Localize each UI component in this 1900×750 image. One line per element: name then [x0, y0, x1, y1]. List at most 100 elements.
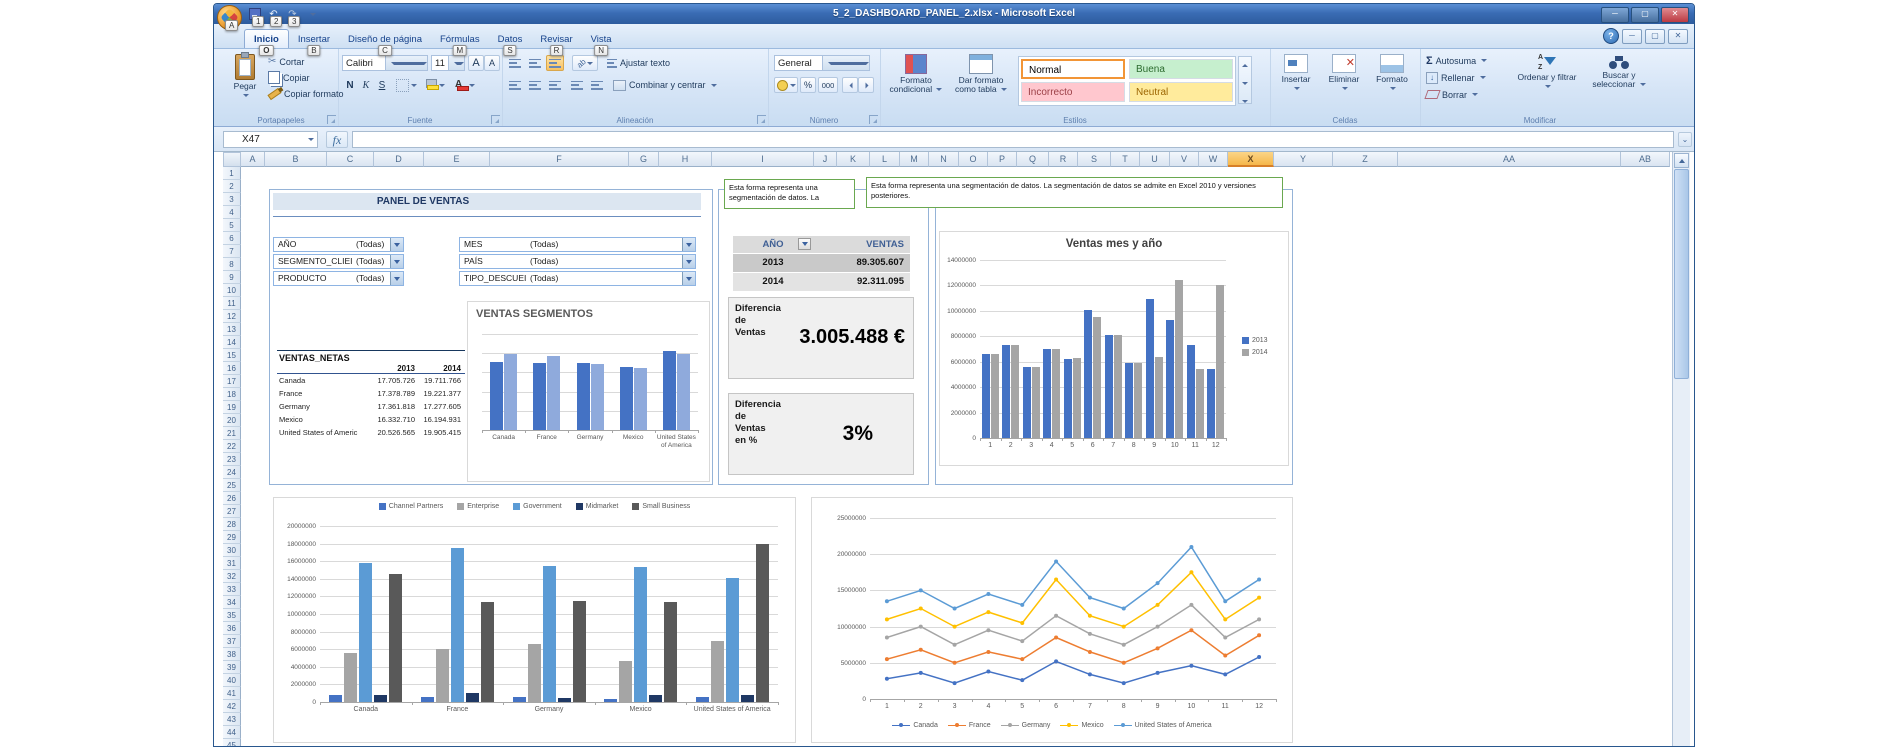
- bar-2014: [991, 354, 999, 438]
- filter-país[interactable]: PAÍS (Todas): [459, 254, 696, 269]
- filter-producto[interactable]: PRODUCTO(Todas): [273, 271, 404, 286]
- tab-keytip: C: [378, 45, 392, 56]
- x-axis-line: [320, 702, 778, 703]
- x-category-label: 5: [1062, 442, 1083, 450]
- netas-2014: 19.711.766: [415, 376, 463, 385]
- bar-2014: [1032, 367, 1040, 438]
- filter-segmento_cliei[interactable]: SEGMENTO_CLIEI(Todas): [273, 254, 404, 269]
- legend-swatch: [576, 503, 583, 510]
- bar-2014: [1073, 358, 1081, 438]
- diff-percent-value: 3%: [843, 422, 873, 446]
- x-tick: [595, 702, 596, 705]
- bar-2013: [982, 354, 990, 438]
- bar-2013: [1146, 299, 1154, 438]
- marker: [1223, 635, 1227, 639]
- pivot-filter-button[interactable]: [798, 238, 811, 250]
- x-tick: [1021, 438, 1022, 441]
- filter-label: SEGMENTO_CLIEI: [278, 256, 352, 266]
- bar-enterprise: [344, 653, 357, 702]
- marker: [1156, 646, 1160, 650]
- bar-2013: [490, 362, 503, 430]
- x-tick: [1083, 438, 1084, 441]
- chevron-down-icon: [310, 13, 316, 16]
- pivot-row: 201492.311.095: [733, 273, 910, 292]
- filter-dropdown-button[interactable]: [390, 255, 403, 268]
- marker: [986, 610, 990, 614]
- filter-label: PAÍS: [464, 256, 483, 266]
- bar-small-business: [389, 574, 402, 702]
- y-tick-label: 18000000: [274, 541, 316, 548]
- x-tick: [1124, 438, 1125, 441]
- filter-dropdown-button[interactable]: [682, 238, 695, 251]
- chart-lineas-pais: 2500000020000000150000001000000050000000…: [811, 497, 1293, 743]
- legend-line-marker: [1060, 725, 1078, 727]
- bar-2014: [1175, 280, 1183, 438]
- marker: [885, 677, 889, 681]
- bar-small-business: [481, 602, 494, 702]
- netas-header-2014: 2014: [415, 364, 463, 373]
- chevron-down-icon: [686, 243, 692, 247]
- qat-more-button[interactable]: [304, 7, 319, 21]
- marker: [1122, 681, 1126, 685]
- pivot-ventas: 92.311.095: [813, 273, 910, 291]
- diff-ventas-box: DiferenciadeVentas 3.005.488 €: [728, 297, 914, 379]
- marker: [919, 607, 923, 611]
- x-tick: [1062, 438, 1063, 441]
- gridline: [980, 311, 1226, 312]
- x-tick: [1042, 438, 1043, 441]
- gridline: [980, 285, 1226, 286]
- bar-2013: [1084, 310, 1092, 438]
- filter-dropdown-button[interactable]: [682, 255, 695, 268]
- bar-2013: [1207, 369, 1215, 438]
- filter-año[interactable]: AÑO(Todas): [273, 237, 404, 252]
- filter-tipo_descuei[interactable]: TIPO_DESCUEI(Todas): [459, 271, 696, 286]
- diff-percent-box: DiferenciadeVentasen % 3%: [728, 393, 914, 475]
- bar-channel-partners: [329, 695, 342, 702]
- x-tick: [1206, 438, 1207, 441]
- legend-swatch: [1242, 349, 1249, 356]
- x-category-label: Mexico: [595, 706, 687, 714]
- x-category-label: 10: [1165, 442, 1186, 450]
- x-tick: [698, 430, 699, 433]
- marker: [1054, 635, 1058, 639]
- netas-2013: 20.526.565: [365, 428, 415, 437]
- legend-swatch: [457, 503, 464, 510]
- bar-government: [634, 567, 647, 702]
- pivot-col-ano-label: AÑO: [762, 239, 783, 250]
- filter-value: (Todas): [530, 256, 558, 266]
- marker: [986, 669, 990, 673]
- netas-row: France17.378.78919.221.377: [277, 387, 465, 400]
- filter-dropdown-button[interactable]: [390, 238, 403, 251]
- netas-row: Germany17.361.81817.277.605: [277, 400, 465, 413]
- shape-note-1: Esta forma representa una segmentación d…: [724, 179, 855, 209]
- bar-2014: [547, 356, 560, 430]
- gridline: [980, 336, 1226, 337]
- qat-keytip-1: 1: [252, 16, 264, 27]
- legend-label: United States of America: [1135, 722, 1212, 729]
- legend-label: Government: [523, 503, 562, 510]
- legend-label: 2014: [1252, 349, 1268, 356]
- gridline: [980, 260, 1226, 261]
- bar-2013: [1105, 335, 1113, 438]
- bar-2014: [1216, 285, 1224, 438]
- filter-dropdown-button[interactable]: [390, 272, 403, 285]
- filter-label: PRODUCTO: [278, 273, 327, 283]
- marker: [1257, 655, 1261, 659]
- filter-mes[interactable]: MES(Todas): [459, 237, 696, 252]
- x-category-label: 6: [1083, 442, 1104, 450]
- marker: [1156, 671, 1160, 675]
- marker: [1020, 621, 1024, 625]
- line-united-states-of-america: [887, 547, 1259, 609]
- filter-dropdown-button[interactable]: [682, 272, 695, 285]
- x-tick: [503, 702, 504, 705]
- y-tick-label: 14000000: [940, 257, 976, 264]
- netas-row: United States of Americ20.526.56519.905.…: [277, 426, 465, 439]
- marker: [1088, 614, 1092, 618]
- office-button[interactable]: A: [217, 5, 242, 30]
- y-tick-label: 12000000: [274, 593, 316, 600]
- pivot-table: AÑOVENTAS201389.305.607201492.311.095: [733, 236, 910, 292]
- x-tick: [525, 430, 526, 433]
- legend-item: Government: [513, 503, 562, 510]
- x-category-label: Mexico: [612, 434, 655, 442]
- bar-2013: [663, 351, 676, 430]
